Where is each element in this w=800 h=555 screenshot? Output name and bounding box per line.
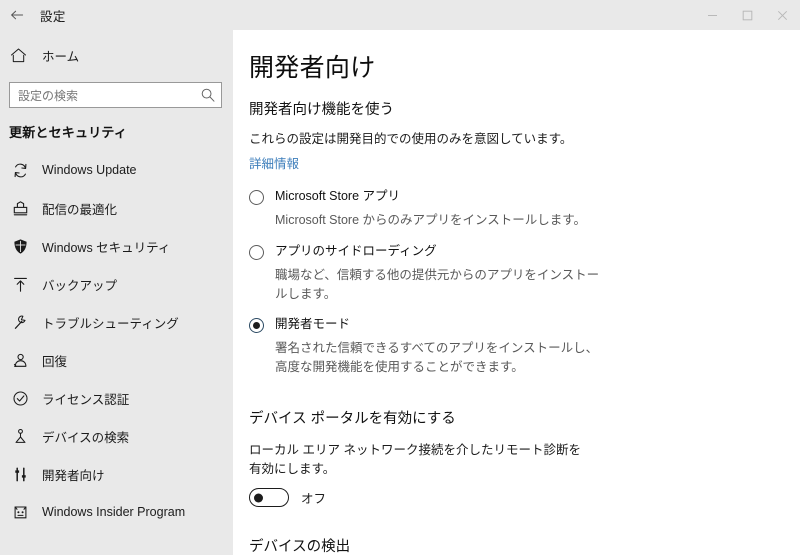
option-developer-mode[interactable]: 開発者モード 署名された信頼できるすべてのアプリをインストールし、高度な開発機能…	[249, 317, 800, 377]
sidebar: ホーム 設定の検索 更新とセキュリティ Windows Update 配信の最適…	[0, 30, 233, 555]
page-title: 開発者向け	[249, 54, 376, 82]
sidebar-item-recovery[interactable]: 回復	[0, 341, 233, 379]
sidebar-label: Windows Update	[42, 163, 137, 177]
radio-label: アプリのサイドローディング	[275, 243, 437, 258]
sidebar-section-title: 更新とセキュリティ	[9, 125, 128, 140]
sidebar-item-activation[interactable]: ライセンス認証	[0, 379, 233, 417]
check-circle-icon	[10, 388, 30, 408]
back-arrow-icon	[10, 8, 24, 22]
option-microsoft-store-apps[interactable]: Microsoft Store アプリ Microsoft Store からのみ…	[249, 189, 800, 230]
device-portal-toggle[interactable]	[249, 488, 289, 508]
radio-row[interactable]: Microsoft Store アプリ	[249, 189, 800, 206]
sidebar-label: バックアップ	[42, 278, 118, 293]
title-bar: 設定	[0, 0, 800, 30]
feature-heading: 開発者向け機能を使う	[249, 102, 394, 118]
developer-tools-icon	[10, 464, 30, 484]
radio-developer-mode[interactable]	[249, 318, 264, 334]
sidebar-label: 開発者向け	[42, 468, 105, 483]
sidebar-home-label: ホーム	[42, 49, 80, 64]
sidebar-item-home[interactable]: ホーム	[0, 40, 233, 70]
device-discovery-heading: デバイスの検出	[249, 539, 351, 555]
shield-icon	[10, 236, 30, 256]
maximize-button[interactable]	[730, 0, 765, 30]
option-sideload-apps[interactable]: アプリのサイドローディング 職場など、信頼する他の提供元からのアプリをインストー…	[249, 244, 800, 304]
sidebar-nav-list: Windows Update 配信の最適化 Windows セキュリティ バック…	[0, 151, 233, 531]
sidebar-item-windows-insider-program[interactable]: Windows Insider Program	[0, 493, 233, 531]
app-title: 設定	[40, 9, 66, 24]
sidebar-item-windows-security[interactable]: Windows セキュリティ	[0, 227, 233, 265]
maximize-icon	[742, 10, 753, 21]
search-icon	[200, 87, 216, 103]
more-info-link[interactable]: 詳細情報	[249, 153, 299, 172]
wrench-icon	[10, 312, 30, 332]
sidebar-label: デバイスの検索	[42, 430, 130, 445]
device-portal-toggle-row[interactable]: オフ	[249, 488, 800, 508]
toggle-knob	[254, 493, 263, 503]
minimize-icon	[707, 10, 718, 21]
content-area: 開発者向け 開発者向け機能を使う これらの設定は開発目的での使用のみを意図してい…	[233, 30, 800, 555]
device-portal-heading: デバイス ポータルを有効にする	[249, 410, 456, 427]
option-description: 署名された信頼できるすべてのアプリをインストールし、高度な開発機能を使用すること…	[275, 341, 599, 375]
sidebar-item-for-developers[interactable]: 開発者向け	[0, 455, 233, 493]
radio-microsoft-store-apps[interactable]	[249, 190, 264, 206]
delivery-optimization-icon	[10, 198, 30, 218]
minimize-button[interactable]	[695, 0, 730, 30]
sidebar-label: 配信の最適化	[42, 202, 118, 217]
developer-options-group: Microsoft Store アプリ Microsoft Store からのみ…	[249, 189, 800, 377]
find-device-icon	[10, 426, 30, 446]
search-input-placeholder: 設定の検索	[18, 88, 79, 103]
search-box[interactable]: 設定の検索	[9, 82, 222, 108]
title-bar-left: 設定	[0, 0, 66, 30]
home-icon	[10, 47, 30, 64]
device-portal-toggle-state: オフ	[301, 492, 327, 507]
radio-sideload-apps[interactable]	[249, 244, 264, 260]
radio-label: 開発者モード	[275, 317, 351, 332]
radio-row[interactable]: アプリのサイドローディング	[249, 244, 800, 260]
sidebar-item-windows-update[interactable]: Windows Update	[0, 151, 233, 189]
sidebar-item-find-my-device[interactable]: デバイスの検索	[0, 417, 233, 455]
recovery-icon	[10, 350, 30, 370]
settings-window: 設定 ホーム 設定の検索 更新とセキュリティ Windows Update 配信…	[0, 0, 800, 555]
close-button[interactable]	[765, 0, 800, 30]
sidebar-label: Windows Insider Program	[42, 505, 186, 519]
radio-label: Microsoft Store アプリ	[275, 189, 401, 204]
option-description: Microsoft Store からのみアプリをインストールします。	[275, 213, 587, 228]
sidebar-item-troubleshoot[interactable]: トラブルシューティング	[0, 303, 233, 341]
radio-row[interactable]: 開発者モード	[249, 317, 800, 334]
sidebar-item-backup[interactable]: バックアップ	[0, 265, 233, 303]
sidebar-label: Windows セキュリティ	[42, 240, 171, 255]
close-icon	[777, 10, 788, 21]
sidebar-label: トラブルシューティング	[42, 316, 179, 331]
device-portal-description: ローカル エリア ネットワーク接続を介したリモート診断を有効にします。	[249, 442, 581, 476]
sync-icon	[10, 160, 30, 180]
feature-description: これらの設定は開発目的での使用のみを意図しています。	[249, 132, 573, 146]
sidebar-label: 回復	[42, 354, 68, 369]
sidebar-item-delivery-optimization[interactable]: 配信の最適化	[0, 189, 233, 227]
option-description: 職場など、信頼する他の提供元からのアプリをインストールします。	[275, 267, 600, 301]
back-button[interactable]	[0, 0, 34, 30]
backup-upload-icon	[10, 274, 30, 294]
insider-cat-icon	[10, 502, 30, 522]
sidebar-label: ライセンス認証	[42, 392, 130, 407]
